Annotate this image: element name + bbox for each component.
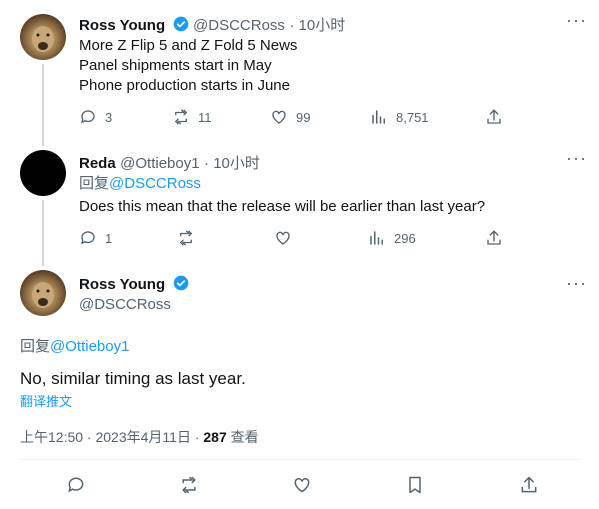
- views-button[interactable]: 296: [368, 229, 416, 247]
- tweet-header: Ross Young @DSCCRoss · 10小时: [79, 14, 345, 35]
- thread-connector: [42, 64, 44, 146]
- avatar[interactable]: [20, 270, 66, 316]
- retweet-icon: [174, 109, 188, 125]
- retweet-count: 11: [198, 109, 212, 125]
- bookmark-button[interactable]: [405, 475, 425, 495]
- reply-context: 回复@DSCCRoss: [79, 174, 201, 194]
- author-name[interactable]: Ross Young: [79, 276, 165, 293]
- retweet-icon: [179, 230, 193, 246]
- share-button[interactable]: [485, 229, 503, 247]
- tweet-time[interactable]: · 10小时: [204, 155, 260, 172]
- more-options-icon[interactable]: ···: [566, 10, 587, 31]
- share-icon: [487, 230, 501, 245]
- author-name[interactable]: Reda: [79, 155, 116, 172]
- reply-count: 1: [105, 230, 113, 246]
- tweet-header: Ross Young: [79, 275, 189, 294]
- views-icon: [372, 110, 385, 124]
- divider: [20, 459, 580, 460]
- author-handle[interactable]: @Ottieboy1: [120, 155, 199, 172]
- author-handle[interactable]: @DSCCRoss: [193, 17, 285, 34]
- tweet-meta: 上午12:50 · 2023年4月11日 · 287 查看: [20, 427, 259, 447]
- tweet-text: More Z Flip 5 and Z Fold 5 News Panel sh…: [79, 36, 297, 96]
- verified-badge-icon: [173, 16, 188, 32]
- views-button[interactable]: 8,751: [370, 108, 429, 126]
- views-count: 287: [203, 429, 227, 445]
- reply-icon: [80, 110, 95, 124]
- tweet-line: Phone production starts in June: [79, 77, 290, 94]
- tweet-header: Reda @Ottieboy1 · 10小时: [79, 152, 260, 173]
- avatar[interactable]: [20, 14, 66, 60]
- translate-link[interactable]: 翻译推文: [20, 391, 72, 410]
- heart-icon: [272, 110, 286, 124]
- timestamp[interactable]: 上午12:50 · 2023年4月11日 ·: [20, 429, 200, 445]
- mention-link[interactable]: @DSCCRoss: [109, 175, 201, 192]
- heart-icon: [276, 231, 290, 245]
- views-count: 8,751: [396, 109, 429, 125]
- like-button[interactable]: [274, 229, 292, 247]
- reply-icon: [68, 477, 84, 493]
- reply-button[interactable]: [66, 475, 86, 495]
- author-handle[interactable]: @DSCCRoss: [79, 296, 171, 313]
- mention-link[interactable]: @Ottieboy1: [50, 338, 129, 355]
- like-button[interactable]: 99: [270, 108, 310, 126]
- thread-connector: [42, 200, 44, 266]
- share-button[interactable]: [485, 108, 503, 126]
- share-icon: [521, 476, 537, 493]
- verified-badge-icon: [173, 275, 188, 291]
- retweet-button[interactable]: 11: [172, 108, 212, 126]
- tweet-time[interactable]: · 10小时: [289, 17, 345, 34]
- reply-button[interactable]: 3: [79, 108, 112, 126]
- heart-icon: [294, 477, 310, 493]
- bookmark-icon: [409, 476, 421, 494]
- tweet-line: Panel shipments start in May: [79, 57, 272, 74]
- tweet-text: No, similar timing as last year.: [20, 369, 246, 388]
- views-label: 查看: [230, 429, 259, 445]
- reply-button[interactable]: 1: [79, 229, 112, 247]
- views-icon: [370, 231, 383, 245]
- share-icon: [487, 109, 501, 124]
- retweet-button[interactable]: [177, 229, 195, 247]
- author-name[interactable]: Ross Young: [79, 17, 165, 34]
- retweet-icon: [182, 476, 196, 494]
- retweet-button[interactable]: [179, 475, 199, 495]
- reply-count: 3: [105, 109, 113, 125]
- reply-prefix: 回复: [20, 338, 51, 355]
- like-button[interactable]: [292, 475, 312, 495]
- avatar[interactable]: [20, 150, 66, 196]
- tweet-line: More Z Flip 5 and Z Fold 5 News: [79, 37, 298, 54]
- lion-avatar-image: [32, 282, 54, 308]
- tweet-text: Does this mean that the release will be …: [79, 198, 486, 215]
- more-options-icon[interactable]: ···: [566, 148, 587, 169]
- share-button[interactable]: [519, 475, 539, 495]
- more-options-icon[interactable]: ···: [566, 273, 587, 294]
- reply-icon: [80, 231, 95, 245]
- reply-prefix: 回复: [79, 175, 110, 192]
- views-count: 296: [394, 230, 416, 246]
- lion-avatar-image: [32, 26, 54, 52]
- reply-context: 回复@Ottieboy1: [20, 337, 129, 357]
- like-count: 99: [296, 109, 311, 125]
